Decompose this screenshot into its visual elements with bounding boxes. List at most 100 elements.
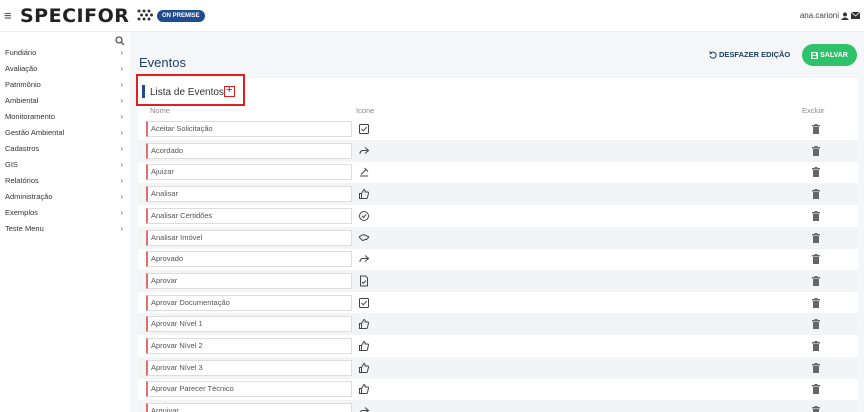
main-content: Eventos DESFAZER EDIÇÃO SALVAR Lista de … — [130, 32, 864, 412]
trash-icon[interactable] — [812, 232, 820, 243]
on-premise-badge: ON PREMISE — [157, 10, 205, 22]
table-row: Aceitar Solicitação — [138, 118, 858, 140]
chevron-right-icon: › — [120, 64, 123, 73]
sidebar-item-label: Patrimônio — [5, 80, 41, 89]
user-menu[interactable]: ana.carioni — [800, 11, 860, 20]
share-arrow-icon[interactable] — [358, 253, 370, 265]
sidebar-item-patrimonio[interactable]: Patrimônio › — [5, 78, 125, 92]
sidebar-item-exemplos[interactable]: Exemplos › — [5, 206, 125, 220]
section-title: Lista de Eventos — [150, 87, 224, 98]
chevron-right-icon: › — [120, 112, 123, 121]
event-name-input[interactable]: Aprovar Nível 3 — [146, 359, 352, 376]
sidebar-item-label: Avaliação — [5, 64, 38, 73]
sidebar-item-label: Teste Menu — [5, 224, 44, 233]
top-bar: ≡ SPECIFOR ON PREMISE ana.carioni — [0, 0, 864, 32]
sidebar-item-cadastros[interactable]: Cadastros › — [5, 142, 125, 156]
check-square-icon[interactable] — [358, 297, 370, 309]
sidebar-item-ambiental[interactable]: Ambiental › — [5, 94, 125, 108]
trash-icon[interactable] — [812, 167, 820, 178]
section-accent-bar — [142, 85, 145, 98]
thumbs-up-icon[interactable] — [358, 188, 370, 200]
undo-label: DESFAZER EDIÇÃO — [719, 50, 791, 59]
username: ana.carioni — [799, 11, 839, 20]
event-name-input[interactable]: Analisar Certidões — [146, 207, 352, 224]
table-row: Ajuizar — [138, 161, 858, 183]
event-name-input[interactable]: Acordado — [146, 142, 352, 159]
trash-icon[interactable] — [812, 254, 820, 265]
table-row: Aprovar — [138, 269, 858, 292]
thumbs-up-icon[interactable] — [358, 318, 370, 330]
check-circle-icon[interactable] — [358, 210, 370, 222]
table-row: Acordado — [138, 139, 858, 162]
thumbs-up-icon[interactable] — [358, 383, 370, 395]
save-icon — [811, 51, 819, 59]
column-header-icon: Icone — [356, 106, 375, 115]
trash-icon[interactable] — [812, 275, 820, 286]
chevron-right-icon: › — [120, 208, 123, 217]
event-name-input[interactable]: Aprovar Nível 1 — [146, 316, 352, 333]
sidebar-item-label: Administração — [5, 192, 53, 201]
table-row: Aprovar Parecer Técnico — [138, 378, 858, 400]
chevron-right-icon: › — [120, 144, 123, 153]
event-name-input[interactable]: Analisar — [146, 186, 352, 203]
share-arrow-icon[interactable] — [358, 405, 370, 412]
document-icon[interactable] — [358, 275, 370, 287]
sidebar-item-administracao[interactable]: Administração › — [5, 190, 125, 204]
sidebar-item-teste-menu[interactable]: Teste Menu › — [5, 222, 125, 236]
handshake-icon[interactable] — [358, 232, 370, 244]
trash-icon[interactable] — [812, 406, 820, 412]
trash-icon[interactable] — [812, 145, 820, 156]
logo-dots-icon — [137, 9, 153, 21]
event-name-input[interactable]: Aprovar Nível 2 — [146, 338, 352, 354]
sidebar-item-label: Exemplos — [5, 208, 38, 217]
table-row: Aprovado — [138, 248, 858, 270]
sidebar-item-gestao-ambiental[interactable]: Gestão Ambiental › — [5, 126, 125, 140]
menu-icon[interactable]: ≡ — [4, 8, 12, 23]
chevron-right-icon: › — [120, 48, 123, 57]
event-name-input[interactable]: Aprovar — [146, 272, 352, 289]
table-row: Aprovar Nível 2 — [138, 335, 858, 357]
check-square-icon[interactable] — [358, 123, 370, 135]
trash-icon[interactable] — [812, 362, 820, 373]
sidebar-item-label: GIS — [5, 160, 18, 169]
thumbs-up-icon[interactable] — [358, 340, 370, 352]
chevron-right-icon: › — [120, 176, 123, 185]
chevron-right-icon: › — [120, 96, 123, 105]
page-title: Eventos — [139, 55, 186, 70]
event-name-input[interactable]: Analisar Imóvel — [146, 229, 352, 246]
logo: SPECIFOR — [20, 5, 130, 27]
trash-icon[interactable] — [812, 189, 820, 200]
gavel-icon[interactable] — [358, 166, 370, 178]
chevron-right-icon: › — [120, 160, 123, 169]
event-name-input[interactable]: Aprovar Documentação — [146, 294, 352, 311]
trash-icon[interactable] — [812, 341, 820, 351]
trash-icon[interactable] — [812, 384, 820, 395]
trash-icon[interactable] — [812, 319, 820, 330]
event-name-input[interactable]: Aprovado — [146, 251, 352, 268]
sidebar-item-label: Gestão Ambiental — [5, 128, 65, 137]
sidebar-item-gis[interactable]: GIS › — [5, 158, 125, 172]
trash-icon[interactable] — [812, 297, 820, 308]
undo-icon — [709, 50, 717, 59]
share-arrow-icon[interactable] — [358, 145, 370, 157]
trash-icon[interactable] — [812, 124, 820, 134]
chevron-right-icon: › — [120, 128, 123, 137]
undo-edit-button[interactable]: DESFAZER EDIÇÃO — [709, 50, 790, 59]
sidebar-item-label: Cadastros — [5, 144, 40, 153]
event-name-input[interactable]: Aceitar Solicitação — [146, 121, 352, 137]
sidebar-item-label: Monitoramento — [5, 112, 56, 121]
save-label: SALVAR — [820, 51, 848, 59]
save-button[interactable]: SALVAR — [802, 44, 857, 66]
sidebar-item-relatorios[interactable]: Relatórios › — [5, 174, 125, 188]
mail-icon[interactable] — [851, 12, 860, 19]
sidebar-item-avaliacao[interactable]: Avaliação › — [5, 62, 125, 76]
thumbs-up-icon[interactable] — [358, 362, 370, 374]
trash-icon[interactable] — [812, 210, 820, 221]
event-name-input[interactable]: Aprovar Parecer Técnico — [146, 381, 352, 398]
search-icon[interactable] — [115, 36, 125, 46]
sidebar-item-monitoramento[interactable]: Monitoramento › — [5, 110, 125, 124]
event-name-input[interactable]: Ajuizar — [146, 164, 352, 181]
event-name-input[interactable]: Arquivar — [146, 403, 352, 412]
sidebar-item-label: Relatórios — [5, 176, 39, 185]
sidebar-item-fundiario[interactable]: Fundiário › — [5, 46, 125, 60]
